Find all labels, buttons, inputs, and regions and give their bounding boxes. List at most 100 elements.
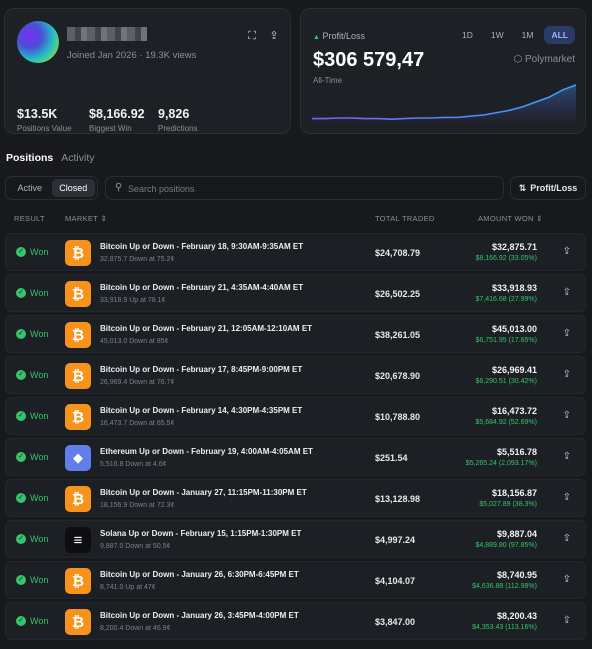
share-icon[interactable]: ⇪ xyxy=(563,369,571,380)
total-traded: $3,847.00 xyxy=(375,617,416,627)
result-badge: ✓ Won xyxy=(16,575,48,585)
market-title[interactable]: Bitcoin Up or Down - February 17, 8:45PM… xyxy=(100,365,302,374)
header-amount-won[interactable]: AMOUNT WON ⇕ xyxy=(478,214,543,223)
view-count: 19.3K views xyxy=(145,50,197,61)
table-row[interactable]: ✓ Won ◆ Ethereum Up or Down - February 19, … xyxy=(5,438,586,476)
market-title[interactable]: Bitcoin Up or Down - January 26, 6:30PM-… xyxy=(100,570,299,579)
amount-won: $18,156.87 $5,027.89 (38.3%) xyxy=(479,488,537,508)
profit-value: $4,353.43 (113.16%) xyxy=(472,624,537,631)
market-title[interactable]: Bitcoin Up or Down - February 18, 9:30AM… xyxy=(100,242,303,251)
share-icon[interactable]: ⇪ xyxy=(563,328,571,339)
tab-positions[interactable]: Positions xyxy=(6,152,53,164)
check-circle-icon: ✓ xyxy=(16,452,26,462)
market-position: 16,473.7 Down at 65.5¢ xyxy=(100,420,175,427)
expand-icon[interactable]: ⛶ xyxy=(245,29,259,43)
market-title[interactable]: Ethereum Up or Down - February 19, 4:00A… xyxy=(100,447,313,456)
table-row[interactable]: ✓ Won ₿ Bitcoin Up or Down - February 14, 4… xyxy=(5,397,586,435)
table-row[interactable]: ✓ Won ₿ Bitcoin Up or Down - February 17, 8… xyxy=(5,356,586,394)
amount-won: $8,740.95 $4,636.88 (112.98%) xyxy=(472,570,537,590)
bitcoin-icon: ₿ xyxy=(65,404,91,430)
range-tab-1w[interactable]: 1W xyxy=(484,26,511,44)
search-input[interactable] xyxy=(128,180,488,197)
share-icon[interactable]: ⇪ xyxy=(563,287,571,298)
position-filter: Active Closed xyxy=(5,176,98,200)
filter-active[interactable]: Active xyxy=(8,179,52,197)
amount-won: $32,875.71 $8,166.92 (33.05%) xyxy=(476,242,538,262)
total-traded: $26,502.25 xyxy=(375,289,421,299)
joined-date: Joined Jan 2026 xyxy=(67,50,137,61)
check-circle-icon: ✓ xyxy=(16,288,26,298)
range-tab-all[interactable]: ALL xyxy=(544,26,575,44)
table-row[interactable]: ✓ Won ₿ Bitcoin Up or Down - January 26, 3:… xyxy=(5,602,586,640)
share-icon[interactable]: ⇪ xyxy=(563,615,571,626)
pnl-label: ▲ Profit/Loss xyxy=(313,31,365,41)
pnl-card: ▲ Profit/Loss 1D 1W 1M ALL $306 579,47 ⬡… xyxy=(300,8,586,134)
check-circle-icon: ✓ xyxy=(16,616,26,626)
total-traded: $20,678.90 xyxy=(375,371,421,381)
total-traded: $4,104.07 xyxy=(375,576,416,586)
market-title[interactable]: Bitcoin Up or Down - January 26, 3:45PM-… xyxy=(100,611,299,620)
search-box: ⚲ xyxy=(105,176,504,200)
result-badge: ✓ Won xyxy=(16,493,48,503)
share-icon[interactable]: ⇪ xyxy=(563,410,571,421)
profit-value: $6,751.95 (17.65%) xyxy=(475,337,538,344)
amount-won-value: $32,875.71 xyxy=(491,242,537,252)
brand: ⬡ Polymarket xyxy=(513,54,575,65)
table-row[interactable]: ✓ Won ₿ Bitcoin Up or Down - January 26, 6:… xyxy=(5,561,586,599)
username-redacted xyxy=(67,27,147,41)
stat-positions-value: $13.5K Positions Value xyxy=(17,107,72,133)
amount-won: $26,969.41 $6,290.51 (30.42%) xyxy=(476,365,538,385)
table-row[interactable]: ✓ Won ₿ Bitcoin Up or Down - January 27, 11… xyxy=(5,479,586,517)
market-position: 5,516.8 Down at 4.6¢ xyxy=(100,461,167,468)
table-row[interactable]: ✓ Won ₿ Bitcoin Up or Down - February 21, 4… xyxy=(5,274,586,312)
share-icon[interactable]: ⇪ xyxy=(563,574,571,585)
result-badge: ✓ Won xyxy=(16,616,48,626)
market-position: 32,875.7 Down at 75.2¢ xyxy=(100,256,175,263)
share-icon[interactable]: ⇪ xyxy=(563,492,571,503)
market-title[interactable]: Solana Up or Down - February 15, 1:15PM-… xyxy=(100,529,301,538)
market-title[interactable]: Bitcoin Up or Down - January 27, 11:15PM… xyxy=(100,488,307,497)
amount-won: $16,473.72 $5,684.92 (52.69%) xyxy=(476,406,538,426)
table-row[interactable]: ✓ Won ₿ Bitcoin Up or Down - February 21, 1… xyxy=(5,315,586,353)
range-tab-1d[interactable]: 1D xyxy=(455,26,480,44)
profit-value: $5,684.92 (52.69%) xyxy=(475,419,538,426)
market-title[interactable]: Bitcoin Up or Down - February 14, 4:30PM… xyxy=(100,406,302,415)
header-total-traded: TOTAL TRADED xyxy=(375,214,435,223)
total-traded: $38,261.05 xyxy=(375,330,421,340)
table-row[interactable]: ✓ Won ≡ Solana Up or Down - February 15, 1:… xyxy=(5,520,586,558)
check-circle-icon: ✓ xyxy=(16,411,26,421)
filter-closed[interactable]: Closed xyxy=(51,179,95,197)
table-row[interactable]: ✓ Won ₿ Bitcoin Up or Down - February 18, 9… xyxy=(5,233,586,271)
avatar[interactable] xyxy=(17,21,59,63)
stat-predictions: 9,826 Predictions xyxy=(158,107,198,133)
header-market[interactable]: MARKET ⇕ xyxy=(65,214,107,223)
range-tab-1m[interactable]: 1M xyxy=(515,26,541,44)
share-icon[interactable]: ⇪ xyxy=(267,29,281,43)
check-circle-icon: ✓ xyxy=(16,534,26,544)
share-icon[interactable]: ⇪ xyxy=(563,246,571,257)
amount-won-value: $45,013.00 xyxy=(491,324,537,334)
tab-activity[interactable]: Activity xyxy=(61,152,94,164)
market-position: 9,887.0 Down at 50.5¢ xyxy=(100,543,171,550)
profit-value: $5,027.89 (38.3%) xyxy=(479,501,537,508)
market-position: 45,013.0 Down at 85¢ xyxy=(100,338,169,345)
bitcoin-icon: ₿ xyxy=(65,281,91,307)
bitcoin-icon: ₿ xyxy=(65,322,91,348)
sort-button[interactable]: ⇅ Profit/Loss xyxy=(510,176,586,200)
profile-meta: Joined Jan 2026 · 19.3K views xyxy=(67,50,197,61)
total-traded: $4,997.24 xyxy=(375,535,416,545)
amount-won-value: $18,156.87 xyxy=(491,488,537,498)
amount-won: $45,013.00 $6,751.95 (17.65%) xyxy=(476,324,538,344)
share-icon[interactable]: ⇪ xyxy=(563,451,571,462)
market-title[interactable]: Bitcoin Up or Down - February 21, 4:35AM… xyxy=(100,283,303,292)
profile-card: Joined Jan 2026 · 19.3K views ⛶ ⇪ $13.5K… xyxy=(4,8,291,134)
market-title[interactable]: Bitcoin Up or Down - February 21, 12:05A… xyxy=(100,324,312,333)
share-icon[interactable]: ⇪ xyxy=(563,533,571,544)
profit-value: $8,166.92 (33.05%) xyxy=(475,255,538,262)
sort-arrows-icon: ⇕ xyxy=(536,214,543,223)
market-position: 26,969.4 Down at 76.7¢ xyxy=(100,379,175,386)
pnl-chart xyxy=(312,84,577,125)
sort-icon: ⇅ xyxy=(518,182,527,193)
market-position: 33,918.9 Up at 78.1¢ xyxy=(100,297,166,304)
amount-won-value: $26,969.41 xyxy=(491,365,537,375)
